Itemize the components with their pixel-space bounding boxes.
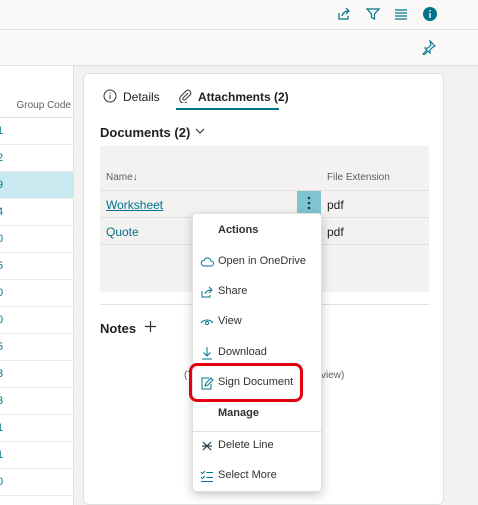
tab-attachments-label: Attachments (2) [198, 90, 289, 104]
list-row[interactable]: 1 [0, 118, 74, 145]
list-row-code[interactable]: 1 [0, 449, 3, 461]
select-more-icon [199, 468, 215, 484]
list-row-code[interactable]: 3 [0, 395, 3, 407]
menu-header-actions: Actions [218, 224, 259, 236]
share-icon[interactable] [335, 5, 353, 23]
list-view-icon[interactable] [392, 5, 410, 23]
list-row[interactable]: 0 [0, 469, 74, 496]
list-row[interactable]: 4 [0, 199, 74, 226]
group-code-header[interactable]: Group Code [17, 100, 71, 111]
notes-section-title: Notes [100, 320, 157, 336]
list-row-code[interactable]: 3 [0, 368, 3, 380]
tab-details-label: Details [123, 90, 160, 104]
page-action-bar [0, 30, 478, 66]
menu-header-manage: Manage [218, 407, 259, 419]
notes-title: Notes [100, 320, 137, 336]
download-icon [199, 345, 215, 361]
menu-item-view[interactable]: View [193, 310, 321, 334]
document-name-link[interactable]: Quote [106, 225, 139, 239]
column-header-name[interactable]: Name↓ [106, 172, 138, 183]
more-vertical-icon [307, 196, 311, 213]
file-extension: pdf [327, 225, 344, 239]
menu-item-delete-line[interactable]: Delete Line [193, 434, 321, 458]
list-row-code[interactable]: 5 [0, 341, 3, 353]
plus-icon[interactable] [144, 320, 157, 336]
highlight-annotation [189, 363, 303, 402]
paperclip-icon [178, 89, 192, 106]
eye-icon [199, 314, 215, 330]
list-row-code[interactable]: 2 [0, 152, 3, 164]
list-row[interactable]: 3 [0, 361, 74, 388]
documents-section-title[interactable]: Documents (2) [100, 125, 206, 140]
top-toolbar [0, 0, 478, 30]
list-row-code[interactable]: 5 [0, 260, 3, 272]
list-row-code[interactable]: 0 [0, 476, 3, 488]
info-circle-icon [103, 89, 117, 106]
menu-item-label: Download [218, 346, 267, 358]
info-icon[interactable] [421, 5, 439, 23]
share-icon [199, 284, 215, 300]
menu-item-select-more[interactable]: Select More [193, 464, 321, 488]
list-row[interactable]: 1 [0, 415, 74, 442]
left-list: l Group Code 1 2 9 4 0 5 0 0 5 3 3 1 1 0 [0, 66, 74, 505]
menu-item-label: Open in OneDrive [218, 255, 307, 267]
menu-item-label: Select More [218, 469, 277, 481]
menu-item-share[interactable]: Share [193, 280, 321, 304]
list-row-code[interactable]: 1 [0, 422, 3, 434]
file-extension: pdf [327, 198, 344, 212]
list-row-code[interactable]: 4 [0, 206, 3, 218]
list-row[interactable]: 0 [0, 280, 74, 307]
menu-item-label: Delete Line [218, 439, 274, 451]
partial-text-right: view) [321, 370, 345, 381]
menu-item-label: View [218, 315, 242, 327]
menu-item-open-in-onedrive[interactable]: Open in OneDrive [193, 250, 321, 274]
menu-item-label: Share [218, 285, 248, 297]
chevron-down-icon [194, 125, 206, 140]
list-row[interactable]: 5 [0, 334, 74, 361]
list-row-code[interactable]: 0 [0, 233, 3, 245]
list-row[interactable]: 0 [0, 307, 74, 334]
tab-attachments[interactable]: Attachments (2) [178, 86, 289, 108]
document-name-link[interactable]: Worksheet [106, 198, 163, 212]
column-header-file-extension[interactable]: File Extension [327, 172, 390, 183]
menu-item-download[interactable]: Download [193, 341, 321, 365]
list-row[interactable]: 5 [0, 253, 74, 280]
left-list-header: l Group Code [0, 66, 74, 118]
list-row[interactable]: 0 [0, 226, 74, 253]
cloud-icon [199, 254, 215, 270]
list-row[interactable]: 9 [0, 172, 74, 199]
list-row[interactable]: 2 [0, 145, 74, 172]
list-row[interactable]: 1 [0, 442, 74, 469]
list-row-code[interactable]: 1 [0, 125, 3, 137]
list-row[interactable]: 3 [0, 388, 74, 415]
menu-separator [193, 431, 321, 432]
documents-title: Documents (2) [100, 125, 191, 140]
active-tab-indicator [176, 108, 279, 110]
filter-icon[interactable] [364, 5, 382, 23]
list-row-code[interactable]: 0 [0, 287, 3, 299]
list-row-code[interactable]: 9 [0, 179, 3, 191]
list-row-code[interactable]: 0 [0, 314, 3, 326]
row-context-menu: Actions Open in OneDrive Share View Down… [192, 213, 322, 492]
delete-line-icon [199, 438, 215, 454]
pin-icon[interactable] [421, 39, 437, 58]
tab-details[interactable]: Details [103, 86, 160, 108]
